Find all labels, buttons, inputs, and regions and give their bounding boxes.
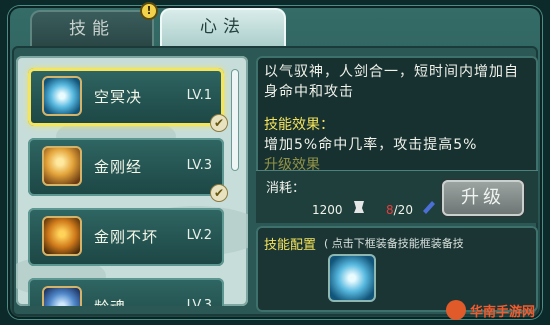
skill-level: LV.2: [186, 228, 212, 243]
skill-level: LV.1: [186, 88, 212, 103]
cost-label: 消耗：: [266, 181, 306, 196]
watermark-text: 华南手游网: [470, 305, 536, 320]
spirit-orb-icon: [42, 286, 82, 306]
alert-badge: !: [140, 2, 158, 20]
upgrade-button[interactable]: 升级: [442, 180, 524, 216]
config-title: 技能配置: [264, 238, 317, 253]
blue-vortex-icon: [42, 76, 82, 116]
skill-name: 龄魂: [94, 296, 126, 306]
list-item[interactable]: 空冥决 LV.1 ✔: [28, 68, 228, 132]
skill-name: 金刚不坏: [94, 228, 159, 246]
silver-icon: [354, 201, 364, 213]
tab-skills[interactable]: 技能: [30, 10, 154, 46]
list-item[interactable]: 龄魂 LV.3: [28, 278, 224, 306]
skill-description: 以气驭神，人剑合一，短时间内增加自身命中和攻击: [264, 64, 519, 100]
watermark: 华南手游网: [446, 297, 544, 323]
effect-title: 技能效果：: [264, 117, 334, 133]
scrollbar[interactable]: [232, 70, 238, 170]
skill-level: LV.3: [186, 298, 212, 306]
config-slot[interactable]: [328, 254, 376, 302]
skill-points: 8/20: [386, 203, 413, 217]
watermark-logo: [446, 300, 466, 320]
effect-text: 增加5%命中几率，攻击提高5%: [264, 137, 478, 153]
list-item[interactable]: 金刚经 LV.3 ✔: [28, 138, 228, 202]
skill-name: 空冥决: [94, 88, 143, 106]
golden-statue-icon: [42, 216, 82, 256]
skill-name: 金刚经: [94, 158, 143, 176]
cost-value: 1200: [312, 203, 343, 217]
golden-buddha-icon: [42, 146, 82, 186]
tab-xinfa[interactable]: 心法: [160, 8, 286, 48]
book-icon: [423, 201, 435, 214]
skill-level: LV.3: [186, 158, 212, 173]
check-icon: ✔: [210, 184, 228, 202]
check-icon: ✔: [210, 114, 228, 132]
skill-list: 空冥决 LV.1 ✔ 金刚经 LV.3 ✔ 金刚不坏 LV.2 龄魂 LV.3: [16, 56, 248, 306]
config-hint: ( 点击下框装备技能框装备技: [324, 237, 464, 250]
list-item[interactable]: 金刚不坏 LV.2: [28, 208, 224, 266]
